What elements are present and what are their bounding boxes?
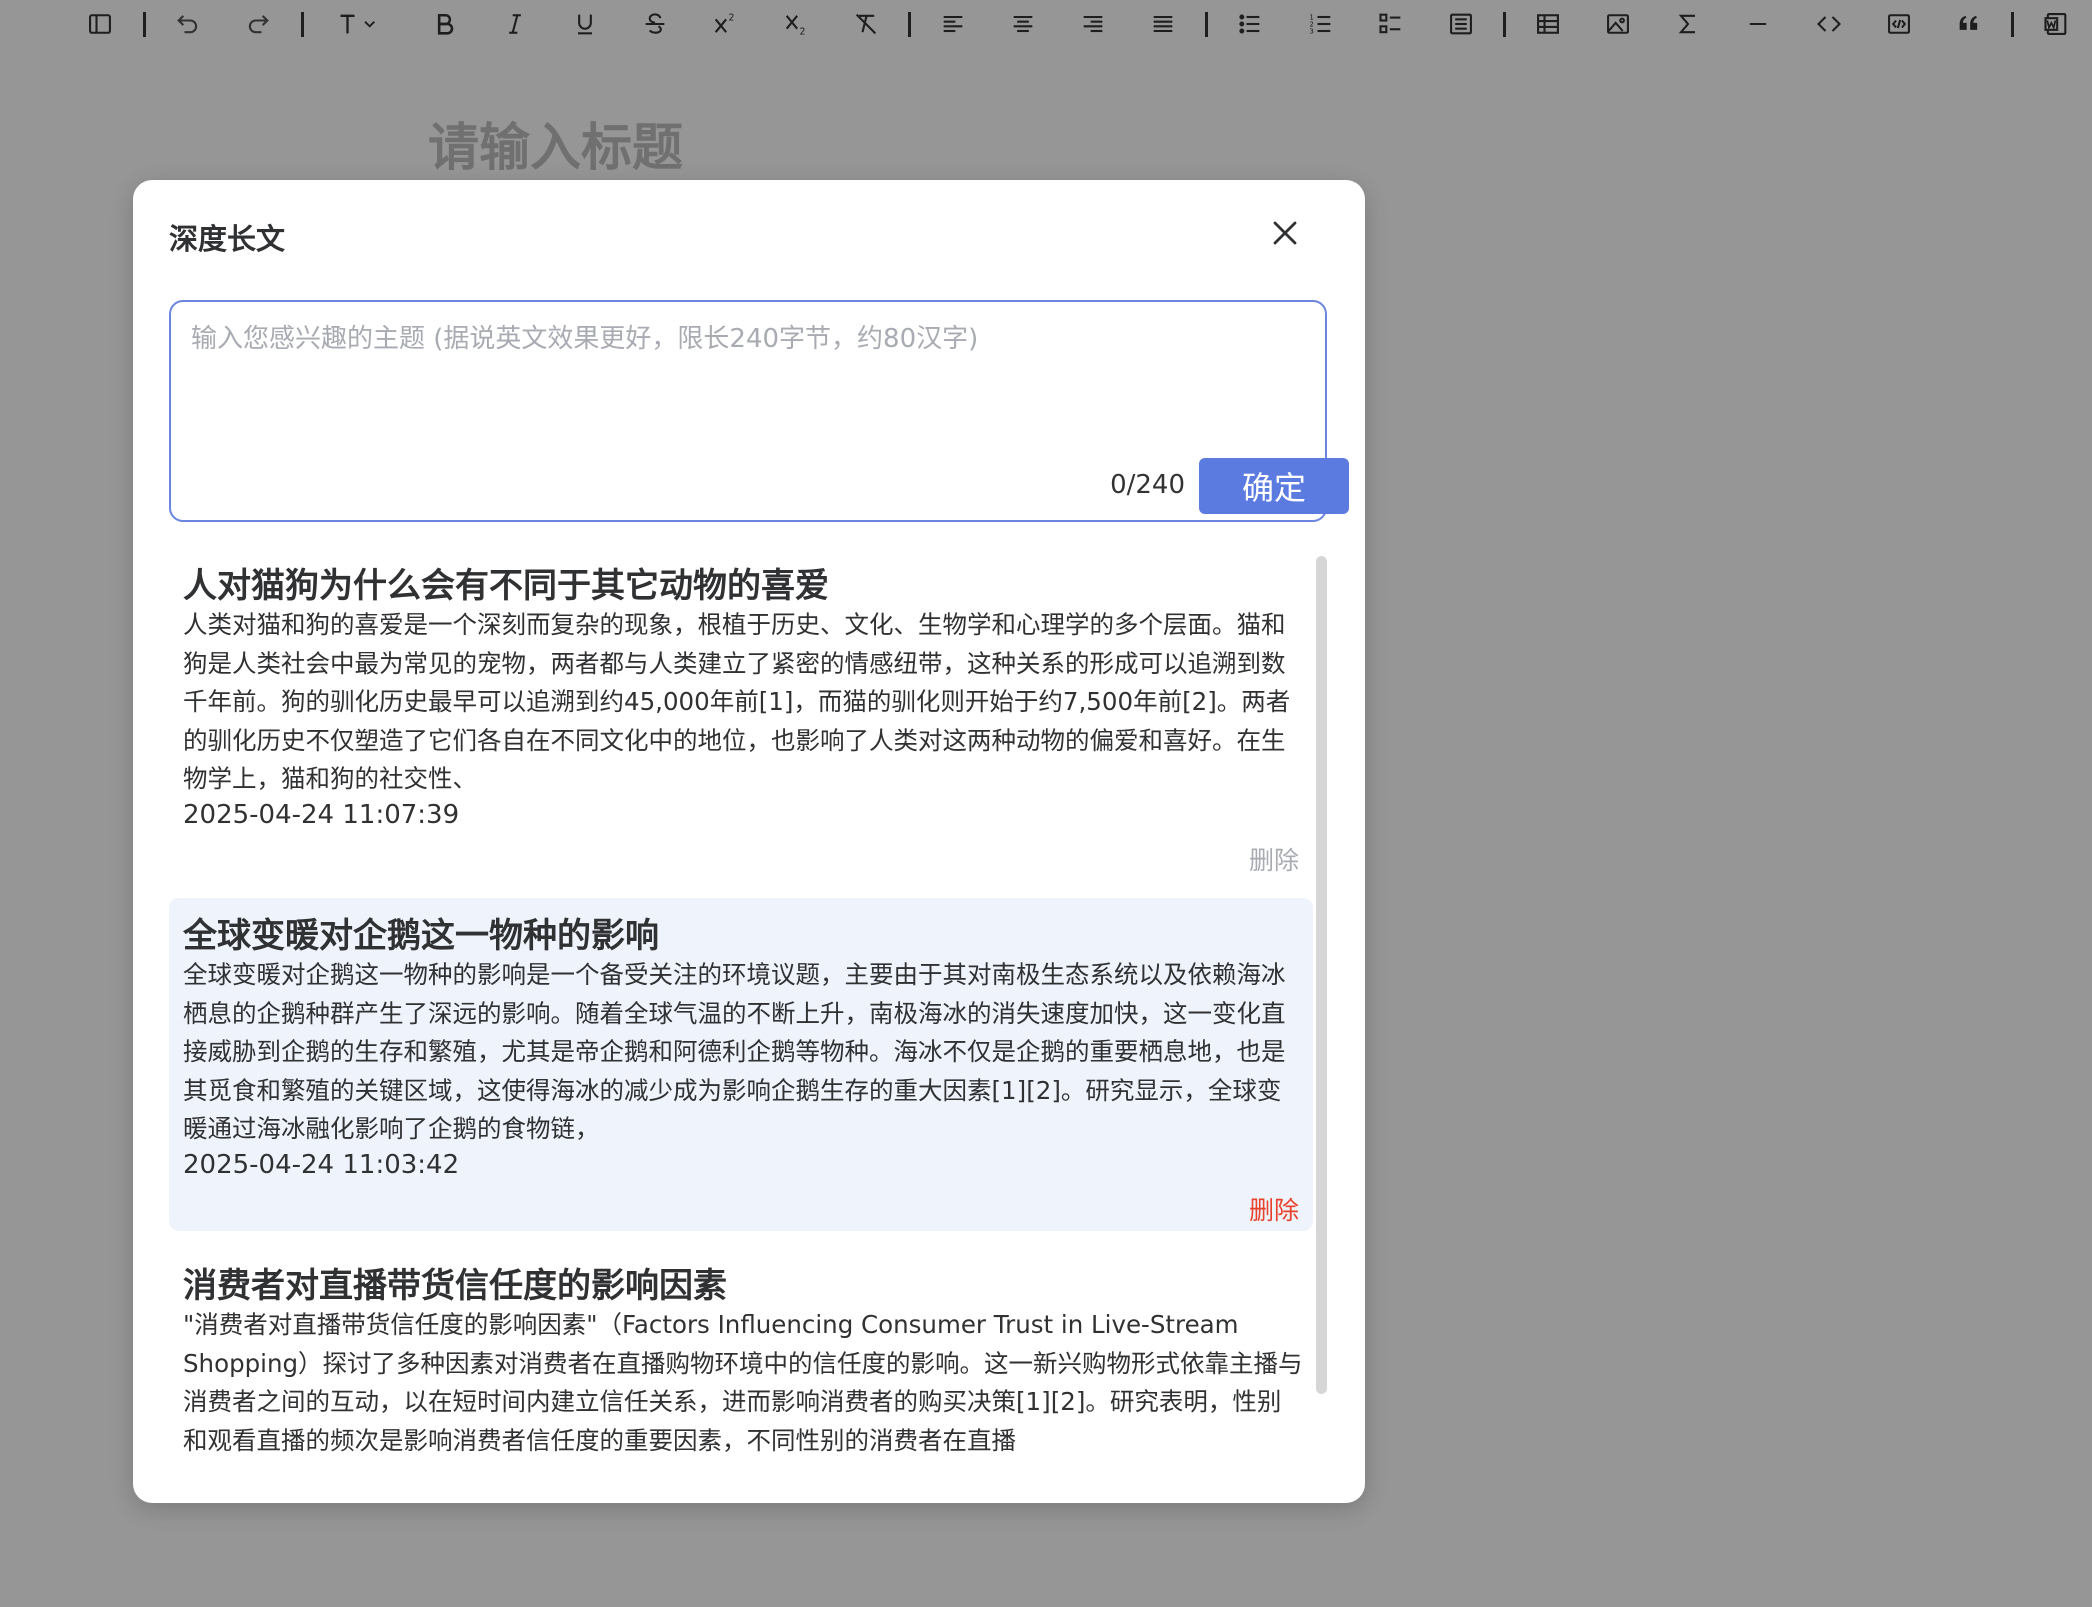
close-button[interactable] xyxy=(1263,211,1307,255)
list-scrollbar[interactable] xyxy=(1316,548,1327,1488)
close-icon xyxy=(1273,221,1297,245)
delete-button[interactable]: 删除 xyxy=(1249,1191,1299,1227)
topic-input-box: 0/240 确定 xyxy=(169,300,1349,522)
list-item[interactable]: 消费者对直播带货信任度的影响因素 "消费者对直播带货信任度的影响因素"（Fact… xyxy=(169,1248,1313,1503)
item-date: 2025-04-24 11:07:39 xyxy=(183,800,460,830)
topic-input[interactable] xyxy=(189,316,1303,470)
confirm-button[interactable]: 确定 xyxy=(1199,458,1349,514)
deep-article-dialog: 深度长文 0/240 确定 人对猫狗为什么会有不同于其它动物的喜爱 人类对猫和狗… xyxy=(133,180,1365,1503)
item-summary: "消费者对直播带货信任度的影响因素"（Factors Influencing C… xyxy=(183,1310,1303,1455)
dialog-title: 深度长文 xyxy=(169,222,286,256)
list-item[interactable]: 人对猫狗为什么会有不同于其它动物的喜爱 人类对猫和狗的喜爱是一个深刻而复杂的现象… xyxy=(169,548,1313,892)
char-count: 0/240 xyxy=(1110,470,1185,500)
list-item[interactable]: 全球变暖对企鹅这一物种的影响 全球变暖对企鹅这一物种的影响是一个备受关注的环境议… xyxy=(169,898,1313,1231)
history-list: 人对猫狗为什么会有不同于其它动物的喜爱 人类对猫和狗的喜爱是一个深刻而复杂的现象… xyxy=(169,548,1313,1503)
item-title: 全球变暖对企鹅这一物种的影响 xyxy=(183,916,659,956)
item-title: 人对猫狗为什么会有不同于其它动物的喜爱 xyxy=(183,566,829,606)
item-summary: 人类对猫和狗的喜爱是一个深刻而复杂的现象，根植于历史、文化、生物学和心理学的多个… xyxy=(183,610,1291,794)
delete-button[interactable]: 删除 xyxy=(1249,841,1299,877)
item-date: 2025-04-24 11:03:42 xyxy=(183,1150,460,1180)
item-summary: 全球变暖对企鹅这一物种的影响是一个备受关注的环境议题，主要由于其对南极生态系统以… xyxy=(183,960,1286,1144)
scrollbar-thumb[interactable] xyxy=(1316,556,1327,1394)
item-title: 消费者对直播带货信任度的影响因素 xyxy=(183,1266,727,1306)
